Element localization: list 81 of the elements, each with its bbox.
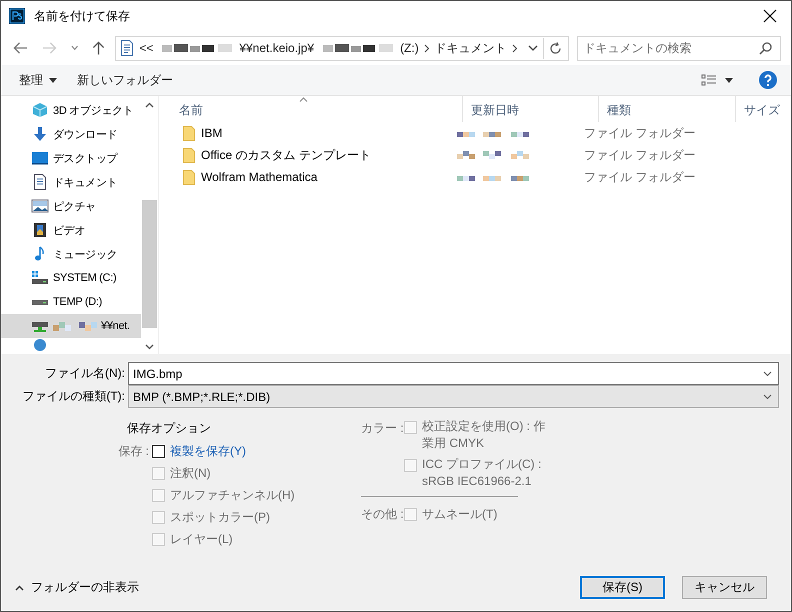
file-name-label: ファイル名(N):	[44, 365, 126, 382]
scroll-down-icon[interactable]	[145, 344, 154, 350]
sort-caret-icon	[299, 97, 308, 102]
caret-icon	[49, 78, 57, 82]
sidebar-item[interactable]: 3D オブジェクト	[1, 98, 141, 122]
sidebar-item[interactable]: ミュージック	[1, 242, 141, 266]
chevron-right-icon[interactable]	[512, 44, 518, 52]
organize-menu[interactable]: 整理	[13, 68, 63, 92]
sidebar-item[interactable]: ¥¥net.	[1, 314, 141, 338]
save-button[interactable]: 保存(S)	[580, 576, 665, 599]
group-label: その他 :	[361, 506, 404, 522]
sidebar-item[interactable]: デスクトップ	[1, 146, 141, 170]
file-type: ファイル フォルダー	[584, 148, 696, 162]
monitor-icon	[31, 150, 49, 166]
blurred-date	[457, 173, 529, 181]
file-type: ファイル フォルダー	[584, 126, 696, 140]
up-arrow-icon[interactable]	[92, 40, 106, 56]
group-label: 保存 :	[117, 442, 150, 460]
back-arrow-icon[interactable]	[13, 41, 28, 55]
view-options-icon[interactable]	[701, 74, 717, 86]
file-type: ファイル フォルダー	[584, 170, 696, 184]
blurred-date	[457, 151, 529, 159]
close-icon[interactable]	[763, 9, 777, 23]
column-header[interactable]: 更新日時	[463, 96, 599, 122]
file-type-label: ファイルの種類(T):	[21, 388, 126, 405]
column-header[interactable]: 種類	[599, 96, 736, 122]
sidebar-item[interactable]: ダウンロード	[1, 122, 141, 146]
new-folder-button[interactable]: 新しいフォルダー	[71, 68, 179, 92]
chevron-down-icon	[763, 394, 772, 400]
checkbox-detail: 業用 CMYK	[422, 435, 486, 452]
checkbox-detail: sRGB IEC61966-2.1	[422, 473, 532, 490]
folder-icon	[183, 125, 195, 141]
download-arrow-icon	[31, 126, 49, 142]
sidebar-item[interactable]: TEMP (D:)	[1, 290, 141, 314]
document-icon	[31, 174, 49, 190]
file-type-dropdown[interactable]: BMP (*.BMP;*.RLE;*.DIB)	[128, 385, 779, 408]
checkbox[interactable]	[152, 445, 165, 458]
sidebar-item[interactable]: ビデオ	[1, 218, 141, 242]
address-overflow[interactable]: <<	[139, 41, 154, 55]
sidebar-item[interactable]: ドキュメント	[1, 170, 141, 194]
address-bar[interactable]: << ¥¥net.keio.jp¥ (Z:) ドキュメント	[115, 36, 569, 60]
file-name[interactable]: IBM	[201, 126, 222, 140]
scrollbar-thumb[interactable]	[142, 200, 157, 328]
picture-frame-icon	[31, 198, 49, 214]
folder-icon	[183, 147, 195, 163]
group-label: カラー :	[361, 420, 404, 437]
blurred-name	[53, 322, 97, 330]
blurred-date	[457, 129, 529, 137]
help-icon[interactable]	[759, 71, 777, 89]
file-name-field[interactable]: IMG.bmp	[128, 362, 779, 385]
caret-icon[interactable]	[725, 78, 733, 82]
file-name[interactable]: Office のカスタム テンプレート	[201, 146, 371, 164]
scroll-up-icon[interactable]	[145, 102, 154, 108]
chevron-down-icon[interactable]	[763, 370, 772, 376]
checkbox-label[interactable]: 複製を保存(Y)	[170, 442, 246, 460]
drive-icon	[31, 270, 49, 286]
sidebar-item[interactable]: SYSTEM (C:)	[1, 266, 141, 290]
address-segment[interactable]: ドキュメント	[434, 40, 507, 56]
chevron-right-icon[interactable]	[424, 44, 430, 52]
cube-icon	[31, 102, 49, 118]
drive-icon	[32, 300, 48, 304]
column-header[interactable]: 名前	[159, 96, 463, 122]
search-icon	[758, 42, 772, 54]
chevron-up-icon	[15, 584, 24, 590]
film-strip-icon	[31, 222, 49, 238]
refresh-icon[interactable]	[548, 42, 562, 54]
file-name[interactable]: Wolfram Mathematica	[201, 170, 318, 184]
folder-icon	[183, 169, 195, 185]
window-title: 名前を付けて保存	[34, 8, 131, 24]
sidebar-item[interactable]: ピクチャ	[1, 194, 141, 218]
cancel-button[interactable]: キャンセル	[682, 576, 767, 599]
document-icon	[120, 40, 134, 56]
address-segment[interactable]: ¥¥net.keio.jp¥	[239, 41, 314, 55]
hide-folders-button[interactable]: フォルダーの非表示	[13, 577, 141, 598]
file-name-input[interactable]: IMG.bmp	[133, 364, 763, 383]
chevron-down-icon[interactable]	[528, 44, 538, 52]
options-title: 保存オプション	[126, 420, 212, 437]
app-icon	[9, 8, 25, 24]
address-segment[interactable]: (Z:)	[400, 41, 419, 55]
column-header[interactable]: サイズ	[736, 96, 791, 122]
search-field[interactable]: ドキュメントの検索	[576, 36, 781, 60]
